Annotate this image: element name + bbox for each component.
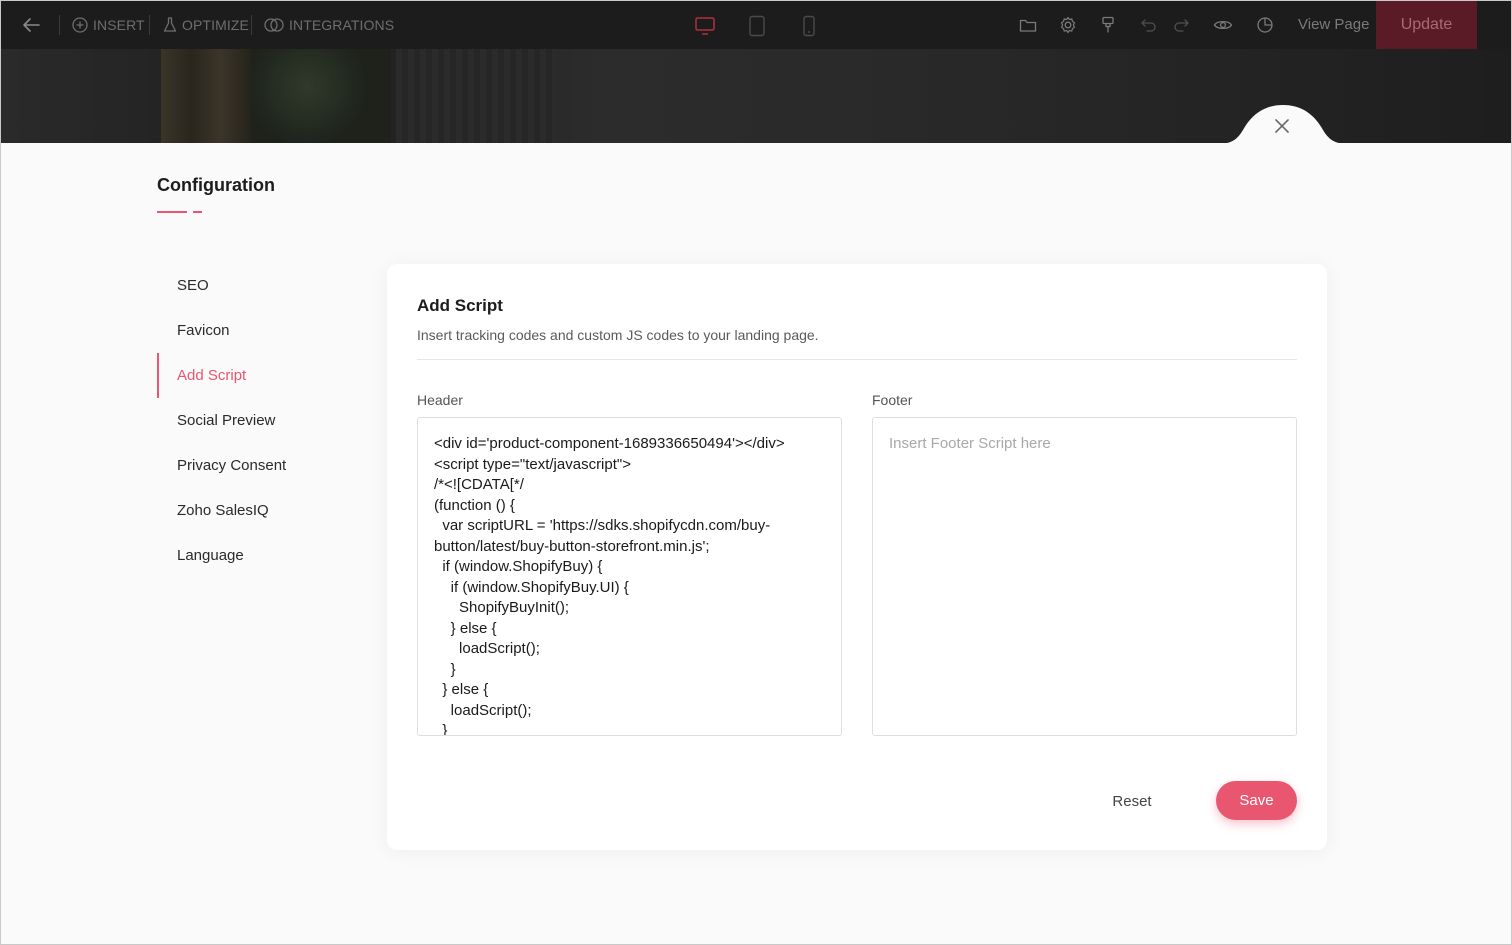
tablet-icon[interactable] bbox=[743, 13, 771, 39]
sidebar-item-favicon[interactable]: Favicon bbox=[157, 308, 357, 353]
sidebar-item-add-script[interactable]: Add Script bbox=[157, 353, 357, 398]
configuration-panel: Configuration SEO Favicon Add Script Soc… bbox=[1, 143, 1511, 944]
update-button[interactable]: Update bbox=[1376, 1, 1477, 49]
toolbar-divider bbox=[59, 15, 60, 35]
card-title: Add Script bbox=[417, 296, 503, 315]
top-toolbar: INSERT OPTIMIZE INTEGRATIONS View Page U… bbox=[1, 1, 1511, 49]
folder-icon[interactable] bbox=[1018, 15, 1038, 35]
paint-brush-icon[interactable] bbox=[1098, 15, 1118, 35]
save-button[interactable]: Save bbox=[1216, 781, 1297, 820]
insert-button[interactable]: INSERT bbox=[72, 1, 145, 49]
sidebar-item-seo[interactable]: SEO bbox=[157, 263, 357, 308]
card-subtitle: Insert tracking codes and custom JS code… bbox=[417, 327, 819, 343]
toolbar-divider bbox=[149, 15, 150, 35]
sidebar-item-zoho-salesiq[interactable]: Zoho SalesIQ bbox=[157, 488, 357, 533]
footer-placeholder: Insert Footer Script here bbox=[889, 435, 1051, 452]
footer-script-textarea[interactable]: Insert Footer Script here bbox=[872, 417, 1297, 736]
config-sidebar: SEO Favicon Add Script Social Preview Pr… bbox=[157, 263, 357, 578]
curtain-image bbox=[161, 49, 251, 143]
integrations-label: INTEGRATIONS bbox=[289, 17, 395, 33]
reset-button[interactable]: Reset bbox=[1087, 782, 1177, 820]
view-page-link[interactable]: View Page bbox=[1298, 16, 1369, 33]
footer-label: Footer bbox=[872, 392, 913, 408]
redo-icon[interactable] bbox=[1171, 15, 1191, 35]
sidebar-item-social-preview[interactable]: Social Preview bbox=[157, 398, 357, 443]
app-window: INSERT OPTIMIZE INTEGRATIONS View Page U… bbox=[0, 0, 1512, 945]
sidebar-item-language[interactable]: Language bbox=[157, 533, 357, 578]
header-script-value: <div id='product-component-1689336650494… bbox=[434, 435, 785, 736]
eye-icon[interactable] bbox=[1213, 15, 1233, 35]
page-title: Configuration bbox=[157, 175, 275, 195]
sidebar-item-privacy-consent[interactable]: Privacy Consent bbox=[157, 443, 357, 488]
arrow-left-icon[interactable] bbox=[19, 15, 43, 35]
header-script-textarea[interactable]: <div id='product-component-1689336650494… bbox=[417, 417, 842, 736]
optimize-label: OPTIMIZE bbox=[182, 17, 249, 33]
plant-image bbox=[251, 49, 391, 143]
settings-icon[interactable] bbox=[1058, 15, 1078, 35]
integrations-icon bbox=[264, 18, 284, 32]
flask-icon bbox=[163, 17, 177, 32]
close-icon[interactable] bbox=[1271, 115, 1293, 137]
blinds-image bbox=[396, 49, 556, 143]
analytics-icon[interactable] bbox=[1255, 15, 1275, 35]
integrations-button[interactable]: INTEGRATIONS bbox=[264, 1, 394, 49]
toolbar-divider bbox=[251, 15, 252, 35]
insert-label: INSERT bbox=[93, 17, 145, 33]
divider bbox=[417, 359, 1297, 360]
add-script-card: Add Script Insert tracking codes and cus… bbox=[387, 264, 1327, 850]
undo-icon[interactable] bbox=[1139, 15, 1159, 35]
mobile-icon[interactable] bbox=[795, 13, 823, 39]
header-label: Header bbox=[417, 392, 463, 408]
desktop-icon[interactable] bbox=[691, 13, 719, 39]
optimize-button[interactable]: OPTIMIZE bbox=[163, 1, 249, 49]
plus-circle-icon bbox=[72, 17, 88, 33]
